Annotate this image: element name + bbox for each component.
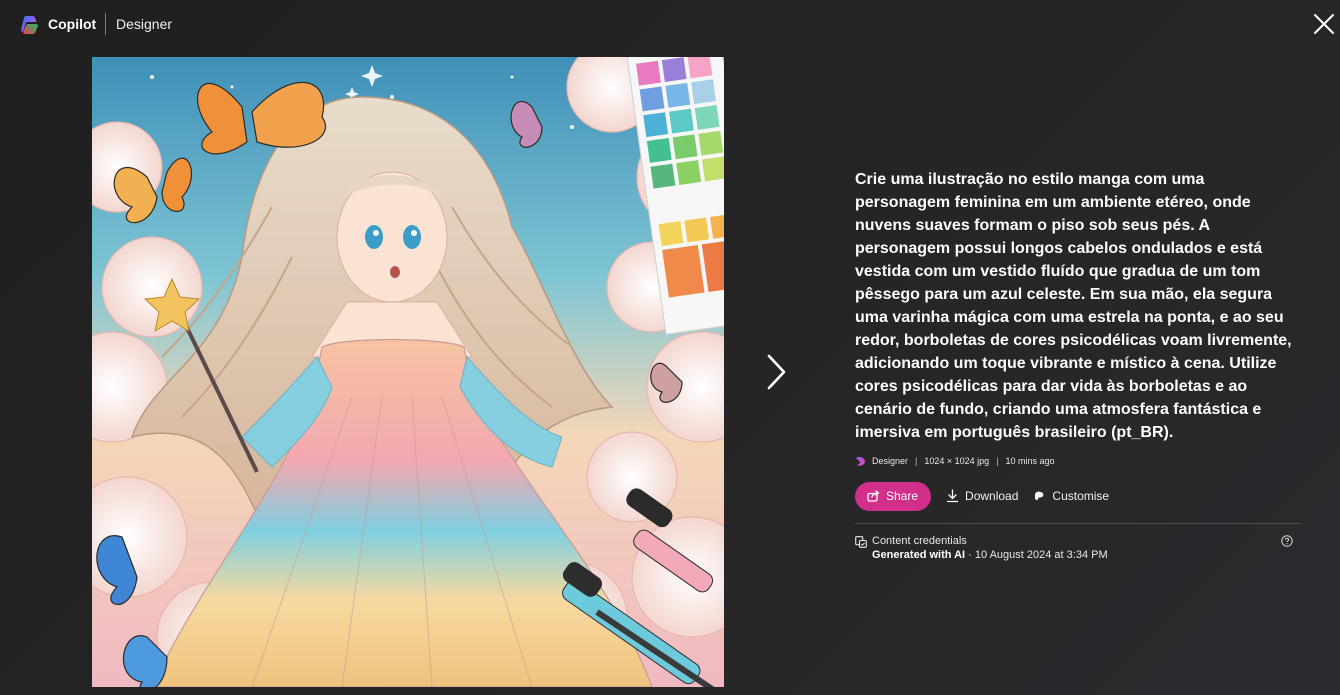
section-title: Designer — [116, 16, 173, 32]
viewer-overlay: Copilot Designer Crie uma ilustração no … — [0, 0, 1340, 695]
credentials-icon — [855, 536, 867, 548]
generated-date: 10 August 2024 at 3:34 PM — [974, 549, 1108, 561]
download-button[interactable]: Download — [946, 489, 1018, 503]
share-icon — [867, 490, 880, 502]
next-image-arrow-icon[interactable] — [760, 352, 790, 392]
content-credentials: Content credentials Generated with AI · … — [855, 535, 1301, 565]
customise-icon — [1035, 491, 1044, 501]
meta-size: 1024 × 1024 jpg — [924, 456, 990, 466]
image-meta: Designer | 1024 × 1024 jpg | 10 mins ago — [855, 454, 1301, 468]
generated-image[interactable] — [92, 57, 724, 687]
image-details-panel: Crie uma ilustração no estilo manga com … — [855, 168, 1301, 565]
help-icon[interactable] — [1281, 535, 1293, 547]
top-bar: Copilot Designer — [0, 0, 1340, 48]
close-icon[interactable] — [1310, 10, 1338, 38]
meta-source: Designer — [872, 456, 909, 466]
designer-logo-icon — [856, 456, 865, 466]
meta-separator: | — [996, 456, 999, 466]
generated-with-ai: Generated with AI — [872, 549, 966, 561]
share-label: Share — [886, 489, 919, 503]
panel-divider — [855, 523, 1301, 524]
share-button[interactable]: Share — [855, 481, 932, 511]
download-label: Download — [965, 489, 1019, 503]
credentials-separator: · — [968, 549, 972, 561]
customise-label: Customise — [1052, 489, 1110, 503]
customise-button[interactable]: Customise — [1033, 489, 1109, 503]
artwork-illustration — [92, 57, 724, 687]
app-name: Copilot — [48, 16, 97, 32]
header-divider — [105, 13, 106, 35]
meta-time: 10 mins ago — [1005, 456, 1055, 466]
copilot-logo-icon[interactable] — [19, 13, 41, 35]
prompt-text: Crie uma ilustração no estilo manga com … — [855, 171, 1292, 441]
download-icon — [946, 489, 959, 503]
meta-separator: | — [915, 456, 918, 466]
credentials-detail: Generated with AI · 10 August 2024 at 3:… — [872, 549, 1108, 561]
credentials-title: Content credentials — [872, 535, 967, 547]
action-bar: Share Download Customise — [855, 481, 1301, 511]
